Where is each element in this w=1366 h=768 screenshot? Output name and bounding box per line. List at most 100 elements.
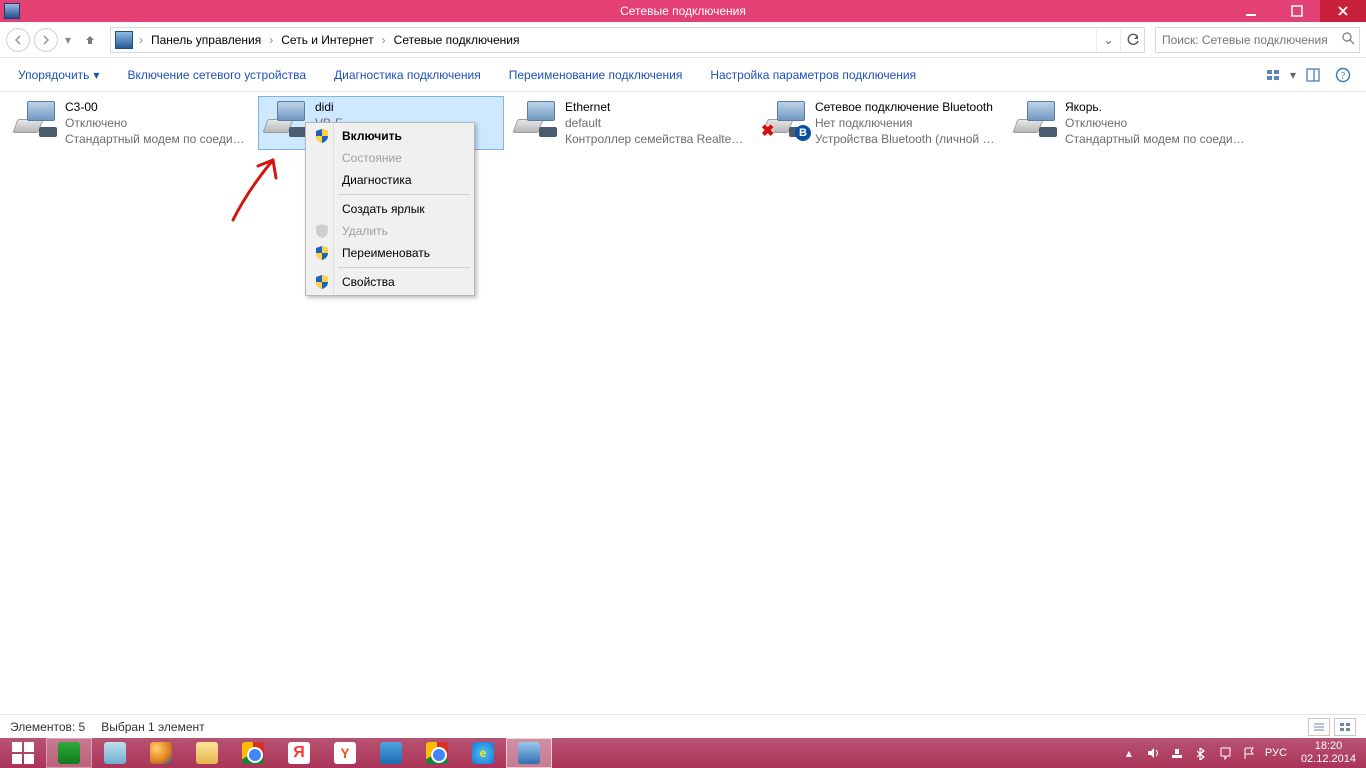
- taskbar-store[interactable]: [46, 738, 92, 768]
- breadcrumb-item[interactable]: Панель управления: [145, 28, 267, 52]
- connection-status: default: [565, 115, 749, 131]
- connection-status: Нет подключения: [815, 115, 999, 131]
- svg-text:?: ?: [1341, 71, 1346, 82]
- ctx-delete: Удалить: [308, 220, 472, 242]
- navbar: ▾ › Панель управления › Сеть и Интернет …: [0, 22, 1366, 58]
- tray-show-hidden-icon[interactable]: ▴: [1121, 745, 1137, 761]
- preview-pane-button[interactable]: [1300, 63, 1326, 87]
- view-details-button[interactable]: [1308, 718, 1330, 736]
- connection-list: C3-00 Отключено Стандартный модем по сое…: [0, 92, 1366, 154]
- disconnected-icon: ✖: [761, 121, 774, 141]
- connection-item[interactable]: Якорь. Отключено Стандартный модем по со…: [1008, 96, 1254, 150]
- uac-shield-icon: [314, 245, 330, 261]
- status-selected-count: Выбран 1 элемент: [101, 720, 204, 734]
- connection-name: Якорь.: [1065, 99, 1249, 115]
- network-adapter-icon: [513, 99, 559, 139]
- forward-button[interactable]: [34, 28, 58, 52]
- diagnose-button[interactable]: Диагностика подключения: [320, 58, 495, 91]
- taskbar: Я Y e ▴ РУС 18:20 02.12.2014: [0, 738, 1366, 768]
- rename-connection-button[interactable]: Переименование подключения: [495, 58, 697, 91]
- chevron-down-icon: ▾: [93, 68, 99, 82]
- taskbar-chrome[interactable]: [230, 738, 276, 768]
- connection-name: Сетевое подключение Bluetooth: [815, 99, 999, 115]
- tray-action-center-icon[interactable]: [1217, 745, 1233, 761]
- connection-item[interactable]: ✖ B Сетевое подключение Bluetooth Нет по…: [758, 96, 1004, 150]
- location-icon: [115, 31, 133, 49]
- breadcrumb-sep: ›: [267, 33, 275, 47]
- refresh-button[interactable]: [1120, 28, 1144, 52]
- connection-device: Устройства Bluetooth (личной с…: [815, 131, 999, 147]
- tray-language[interactable]: РУС: [1265, 747, 1287, 759]
- start-button[interactable]: [0, 738, 46, 768]
- tray-flag-icon[interactable]: [1241, 745, 1257, 761]
- ctx-properties[interactable]: Свойства: [308, 271, 472, 293]
- bluetooth-icon: B: [795, 125, 811, 141]
- taskbar-file-explorer[interactable]: [184, 738, 230, 768]
- help-button[interactable]: ?: [1330, 63, 1356, 87]
- minimize-button[interactable]: [1228, 0, 1274, 22]
- status-item-count: Элементов: 5: [10, 720, 85, 734]
- close-button[interactable]: [1320, 0, 1366, 22]
- titlebar: Сетевые подключения: [0, 0, 1366, 22]
- up-button[interactable]: [78, 28, 102, 52]
- connection-settings-button[interactable]: Настройка параметров подключения: [696, 58, 930, 91]
- network-adapter-icon: [13, 99, 59, 139]
- taskbar-sound-app[interactable]: [368, 738, 414, 768]
- taskbar-firefox[interactable]: [138, 738, 184, 768]
- taskbar-notepad[interactable]: [92, 738, 138, 768]
- window-title: Сетевые подключения: [0, 4, 1366, 18]
- app-icon: [4, 3, 20, 19]
- tray-network-icon[interactable]: [1169, 745, 1185, 761]
- taskbar-ie[interactable]: e: [460, 738, 506, 768]
- system-tray: ▴ РУС 18:20 02.12.2014: [1121, 738, 1366, 768]
- search-icon: [1341, 31, 1355, 48]
- ctx-enable[interactable]: Включить: [308, 125, 472, 147]
- maximize-button[interactable]: [1274, 0, 1320, 22]
- ctx-diagnose[interactable]: Диагностика: [308, 169, 472, 191]
- breadcrumb-item[interactable]: Сетевые подключения: [388, 28, 526, 52]
- ctx-rename[interactable]: Переименовать: [308, 242, 472, 264]
- taskbar-chrome-2[interactable]: [414, 738, 460, 768]
- taskbar-yandex-browser[interactable]: Y: [322, 738, 368, 768]
- uac-shield-icon: [314, 223, 330, 239]
- connection-device: Стандартный модем по соедине…: [1065, 131, 1249, 147]
- tray-volume-icon[interactable]: [1145, 745, 1161, 761]
- command-bar: Упорядочить▾ Включение сетевого устройст…: [0, 58, 1366, 92]
- uac-shield-icon: [314, 128, 330, 144]
- connection-item[interactable]: Ethernet default Контроллер семейства Re…: [508, 96, 754, 150]
- network-adapter-icon: [263, 99, 309, 139]
- enable-device-button[interactable]: Включение сетевого устройства: [113, 58, 320, 91]
- search-box[interactable]: [1155, 27, 1360, 53]
- breadcrumb-sep: ›: [137, 33, 145, 47]
- uac-shield-icon: [314, 274, 330, 290]
- organize-button[interactable]: Упорядочить▾: [4, 58, 113, 91]
- history-dropdown[interactable]: ▾: [62, 33, 74, 47]
- network-adapter-icon: [1013, 99, 1059, 139]
- breadcrumb[interactable]: › Панель управления › Сеть и Интернет › …: [110, 27, 1145, 53]
- content-area: C3-00 Отключено Стандартный модем по сое…: [0, 92, 1366, 714]
- connection-status: Отключено: [1065, 115, 1249, 131]
- breadcrumb-dropdown[interactable]: ⌄: [1096, 28, 1120, 52]
- breadcrumb-sep: ›: [380, 33, 388, 47]
- connection-device: Стандартный модем по соедине…: [65, 131, 249, 147]
- connection-name: Ethernet: [565, 99, 749, 115]
- back-button[interactable]: [6, 28, 30, 52]
- view-icons-button[interactable]: [1334, 718, 1356, 736]
- connection-name: C3-00: [65, 99, 249, 115]
- search-input[interactable]: [1160, 32, 1341, 48]
- network-adapter-icon: ✖ B: [763, 99, 809, 139]
- taskbar-yandex[interactable]: Я: [276, 738, 322, 768]
- connection-device: Контроллер семейства Realtek P…: [565, 131, 749, 147]
- ctx-create-shortcut[interactable]: Создать ярлык: [308, 198, 472, 220]
- taskbar-network-connections[interactable]: [506, 738, 552, 768]
- tray-clock[interactable]: 18:20 02.12.2014: [1295, 740, 1362, 766]
- status-bar: Элементов: 5 Выбран 1 элемент: [0, 714, 1366, 738]
- connection-name: didi: [315, 99, 499, 115]
- connection-status: Отключено: [65, 115, 249, 131]
- view-options-button[interactable]: [1260, 63, 1286, 87]
- tray-bluetooth-icon[interactable]: [1193, 745, 1209, 761]
- ctx-status: Состояние: [308, 147, 472, 169]
- breadcrumb-item[interactable]: Сеть и Интернет: [275, 28, 379, 52]
- connection-item[interactable]: C3-00 Отключено Стандартный модем по сое…: [8, 96, 254, 150]
- chevron-down-icon[interactable]: ▾: [1290, 68, 1296, 82]
